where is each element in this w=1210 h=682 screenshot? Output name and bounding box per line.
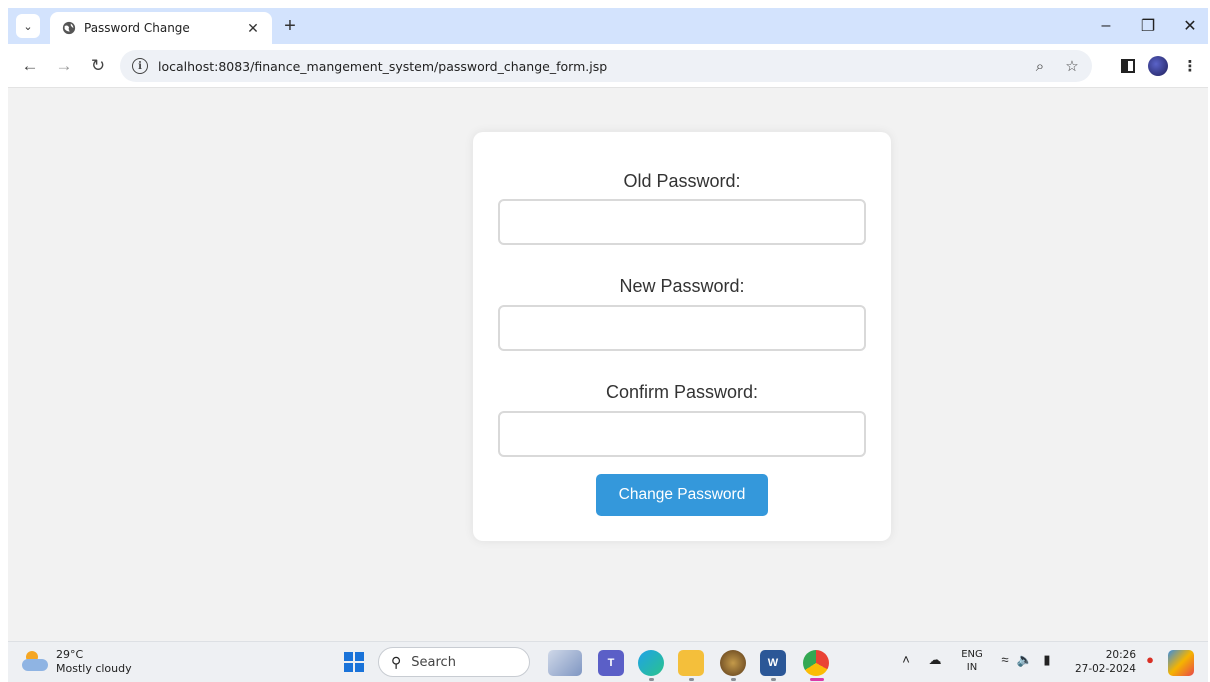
new-password-label: New Password: [619,276,745,296]
old-password-input[interactable] [498,199,866,245]
change-password-button[interactable]: Change Password [596,474,768,516]
copilot-icon[interactable] [1168,650,1194,676]
clock-time: 20:26 [1105,649,1136,661]
tab-search-button[interactable]: ⌄ [16,14,40,38]
tab-title: Password Change [84,21,190,35]
forward-button[interactable]: → [52,54,76,78]
reload-button[interactable]: ↻ [86,54,110,78]
url-text[interactable]: localhost:8083/finance_mangement_system/… [158,59,1028,74]
confirm-password-input[interactable] [498,411,866,457]
show-hidden-icons-chevron-icon[interactable]: ˄ [898,652,914,667]
reload-icon: ↻ [90,56,106,75]
partly-cloudy-icon [22,651,50,673]
password-change-form: Old Password: New Password: Confirm Pass… [473,132,891,541]
avatar [1148,56,1168,76]
notification-bell-icon[interactable]: ● [1142,652,1158,667]
game-app-icon[interactable] [720,650,746,681]
site-info-icon[interactable]: i [132,58,148,74]
old-password-label: Old Password: [623,171,741,191]
widget-app-icon[interactable] [548,650,582,676]
new-tab-button[interactable]: + [278,14,302,38]
close-window-button[interactable]: ✕ [1170,14,1210,38]
taskbar-search[interactable]: ⚲ Search [378,647,530,677]
tab-password-change[interactable]: Password Change ✕ [50,12,272,44]
system-clock[interactable]: 20:26 27-02-2024 [1072,648,1136,676]
word-icon[interactable]: W [760,650,786,681]
battery-icon[interactable]: ▮ [1038,652,1056,668]
weather-widget[interactable]: 29°C Mostly cloudy [22,648,132,676]
weather-temperature: 29°C [56,648,84,661]
teams-icon[interactable]: T [598,650,624,676]
arrow-left-icon: ← [21,56,39,75]
profile-avatar[interactable] [1146,54,1170,78]
globe-icon [62,21,76,35]
restore-button[interactable]: ❐ [1128,14,1168,38]
browser-toolbar: ← → ↻ i localhost:8083/finance_mangement… [8,44,1208,88]
volume-icon[interactable]: 🔈 [1016,652,1034,668]
new-password-input[interactable] [498,305,866,351]
clock-date: 27-02-2024 [1074,663,1136,675]
language-code: ENG [961,649,983,660]
weather-condition: Mostly cloudy [56,662,132,675]
back-button[interactable]: ← [18,54,42,78]
region-code: IN [966,662,978,673]
address-bar[interactable]: i localhost:8083/finance_mangement_syste… [120,50,1092,82]
wifi-icon[interactable]: ≈ [996,652,1014,667]
language-indicator[interactable]: ENG IN [960,648,984,674]
edge-icon[interactable] [638,650,664,681]
zoom-icon[interactable]: ⌕ [1028,54,1052,78]
arrow-right-icon: → [55,56,73,75]
bookmark-star-icon[interactable]: ☆ [1060,54,1084,78]
chrome-icon[interactable] [803,650,829,681]
side-panel-icon[interactable] [1116,54,1140,78]
minimize-button[interactable]: – [1086,14,1126,38]
taskbar: 29°C Mostly cloudy ⚲ Search T W ˄ ☁ ENG … [8,641,1208,682]
windows-start-icon[interactable] [344,652,364,672]
tab-strip: ⌄ Password Change ✕ + – ❐ ✕ [8,8,1208,44]
file-explorer-icon[interactable] [678,650,704,681]
search-icon: ⚲ [391,653,402,670]
page-viewport: Old Password: New Password: Confirm Pass… [8,88,1208,641]
onedrive-cloud-icon[interactable]: ☁ [926,652,944,668]
menu-kebab-icon[interactable]: ⋮ [1178,54,1202,78]
chevron-down-icon: ⌄ [23,20,33,33]
confirm-password-label: Confirm Password: [605,382,759,402]
close-tab-icon[interactable]: ✕ [244,20,262,37]
search-placeholder: Search [411,654,456,670]
